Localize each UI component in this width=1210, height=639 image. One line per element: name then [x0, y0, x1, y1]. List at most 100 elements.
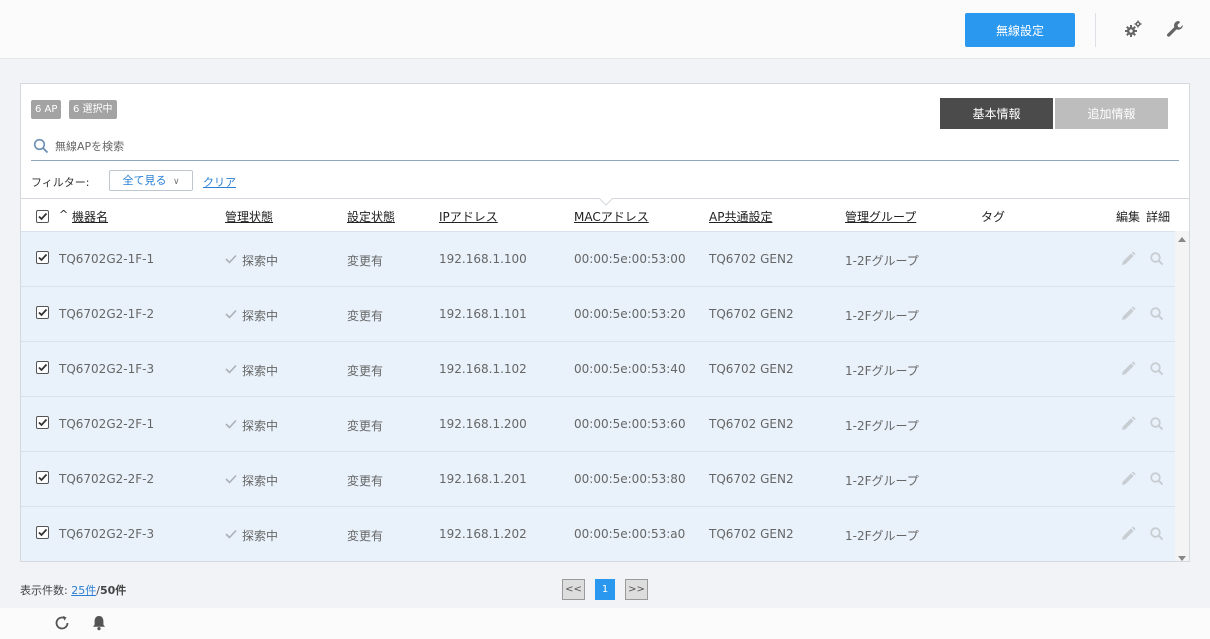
tab-basic-info[interactable]: 基本情報 [940, 98, 1053, 129]
ap-common-setting: TQ6702 GEN2 [709, 362, 794, 376]
column-detail: 詳細 [1146, 210, 1171, 224]
row-checkbox[interactable] [36, 416, 49, 429]
device-name: TQ6702G2-1F-3 [59, 362, 155, 376]
table-row[interactable]: TQ6702G2-1F-3 探索中 変更有 192.168.1.102 00:0… [21, 341, 1175, 396]
mgmt-status: 探索中 [242, 529, 279, 543]
device-name: TQ6702G2-1F-1 [59, 252, 155, 266]
pencil-icon[interactable] [1119, 360, 1137, 378]
mgmt-group: 1-2Fグループ [845, 309, 919, 323]
column-config-status[interactable]: 設定状態 [347, 208, 395, 225]
mgmt-status: 探索中 [242, 254, 279, 268]
pencil-icon[interactable] [1119, 415, 1137, 433]
filter-selected-value: 全て見る [122, 174, 167, 187]
row-checkbox[interactable] [36, 471, 49, 484]
row-checkbox[interactable] [36, 306, 49, 319]
magnifier-icon[interactable] [1148, 470, 1166, 488]
magnifier-icon[interactable] [1148, 360, 1166, 378]
pencil-icon[interactable] [1119, 305, 1137, 323]
device-name: TQ6702G2-2F-2 [59, 472, 155, 486]
ap-common-setting: TQ6702 GEN2 [709, 252, 794, 266]
selected-count-badge: 6 選択中 [69, 100, 117, 119]
mac-address: 00:00:5e:00:53:60 [574, 417, 686, 431]
toolbar-divider [1095, 13, 1096, 47]
ip-address: 192.168.1.102 [439, 362, 527, 376]
filter-dropdown[interactable]: 全て見る ∨ [109, 170, 193, 191]
column-mac-address[interactable]: MACアドレス [574, 208, 649, 225]
mac-address: 00:00:5e:00:53:40 [574, 362, 686, 376]
pencil-icon[interactable] [1119, 250, 1137, 268]
bell-icon[interactable] [90, 614, 108, 632]
check-icon [224, 362, 238, 376]
mgmt-status: 探索中 [242, 474, 279, 488]
row-checkbox[interactable] [36, 361, 49, 374]
device-name: TQ6702G2-2F-1 [59, 417, 155, 431]
ap-common-setting: TQ6702 GEN2 [709, 527, 794, 541]
ip-address: 192.168.1.200 [439, 417, 527, 431]
ip-address: 192.168.1.202 [439, 527, 527, 541]
pencil-icon[interactable] [1119, 470, 1137, 488]
wrench-icon[interactable] [1165, 19, 1185, 39]
mgmt-group: 1-2Fグループ [845, 529, 919, 543]
chevron-down-icon: ∨ [172, 177, 180, 187]
table-scrollbar[interactable] [1175, 231, 1189, 561]
ip-address: 192.168.1.100 [439, 252, 527, 266]
column-tag: タグ [981, 210, 1006, 224]
mgmt-group: 1-2Fグループ [845, 364, 919, 378]
row-checkbox[interactable] [36, 526, 49, 539]
table-row[interactable]: TQ6702G2-2F-1 探索中 変更有 192.168.1.200 00:0… [21, 396, 1175, 451]
config-status: 変更有 [347, 309, 384, 323]
column-ap-common-settings[interactable]: AP共通設定 [709, 208, 772, 225]
pager-page-1[interactable]: 1 [595, 579, 615, 600]
mgmt-group: 1-2Fグループ [845, 419, 919, 433]
filter-label: フィルター: [31, 176, 90, 189]
magnifier-icon[interactable] [1148, 415, 1166, 433]
column-mgmt-status[interactable]: 管理状態 [225, 208, 273, 225]
refresh-icon[interactable] [53, 614, 71, 632]
pager-prev-button[interactable]: << [562, 579, 585, 600]
ap-count-badge: 6 AP [31, 100, 62, 119]
column-mgmt-group[interactable]: 管理グループ [845, 208, 916, 225]
search-icon [33, 138, 49, 154]
config-status: 変更有 [347, 364, 384, 378]
column-device-name[interactable]: 機器名 [72, 208, 108, 225]
table-row[interactable]: TQ6702G2-1F-2 探索中 変更有 192.168.1.101 00:0… [21, 286, 1175, 341]
tab-additional-info[interactable]: 追加情報 [1055, 98, 1168, 129]
ap-table-body: TQ6702G2-1F-1 探索中 変更有 192.168.1.100 00:0… [21, 231, 1175, 561]
column-edit: 編集 [1116, 210, 1141, 224]
scroll-down-arrow-icon[interactable] [1178, 556, 1186, 561]
table-row[interactable]: TQ6702G2-1F-1 探索中 変更有 192.168.1.100 00:0… [21, 231, 1175, 286]
row-checkbox[interactable] [36, 251, 49, 264]
top-bar: 無線設定 [0, 0, 1210, 59]
column-ip-address[interactable]: IPアドレス [439, 208, 498, 225]
header-notch-icon [599, 198, 613, 206]
filter-clear-link[interactable]: クリア [203, 174, 236, 190]
sort-ascending-icon: ^ [59, 208, 69, 221]
display-count: 表示件数: 25件/50件 [20, 582, 126, 598]
select-all-checkbox[interactable] [36, 210, 49, 223]
mgmt-group: 1-2Fグループ [845, 254, 919, 268]
check-icon [224, 527, 238, 541]
mac-address: 00:00:5e:00:53:00 [574, 252, 686, 266]
ap-common-setting: TQ6702 GEN2 [709, 307, 794, 321]
check-icon [224, 472, 238, 486]
wireless-settings-button[interactable]: 無線設定 [965, 13, 1075, 47]
magnifier-icon[interactable] [1148, 305, 1166, 323]
magnifier-icon[interactable] [1148, 525, 1166, 543]
ip-address: 192.168.1.101 [439, 307, 527, 321]
table-row[interactable]: TQ6702G2-2F-3 探索中 変更有 192.168.1.202 00:0… [21, 506, 1175, 561]
pager-next-button[interactable]: >> [625, 579, 648, 600]
search-input[interactable] [55, 137, 655, 155]
scroll-up-arrow-icon[interactable] [1178, 237, 1186, 242]
table-row[interactable]: TQ6702G2-2F-2 探索中 変更有 192.168.1.201 00:0… [21, 451, 1175, 506]
pencil-icon[interactable] [1119, 525, 1137, 543]
check-icon [224, 252, 238, 266]
magnifier-icon[interactable] [1148, 250, 1166, 268]
check-icon [224, 417, 238, 431]
mac-address: 00:00:5e:00:53:80 [574, 472, 686, 486]
per-page-link[interactable]: 25件 [71, 584, 96, 597]
mgmt-status: 探索中 [242, 309, 279, 323]
ip-address: 192.168.1.201 [439, 472, 527, 486]
total-count: 50件 [99, 584, 127, 597]
gears-icon[interactable] [1123, 19, 1143, 39]
config-status: 変更有 [347, 474, 384, 488]
